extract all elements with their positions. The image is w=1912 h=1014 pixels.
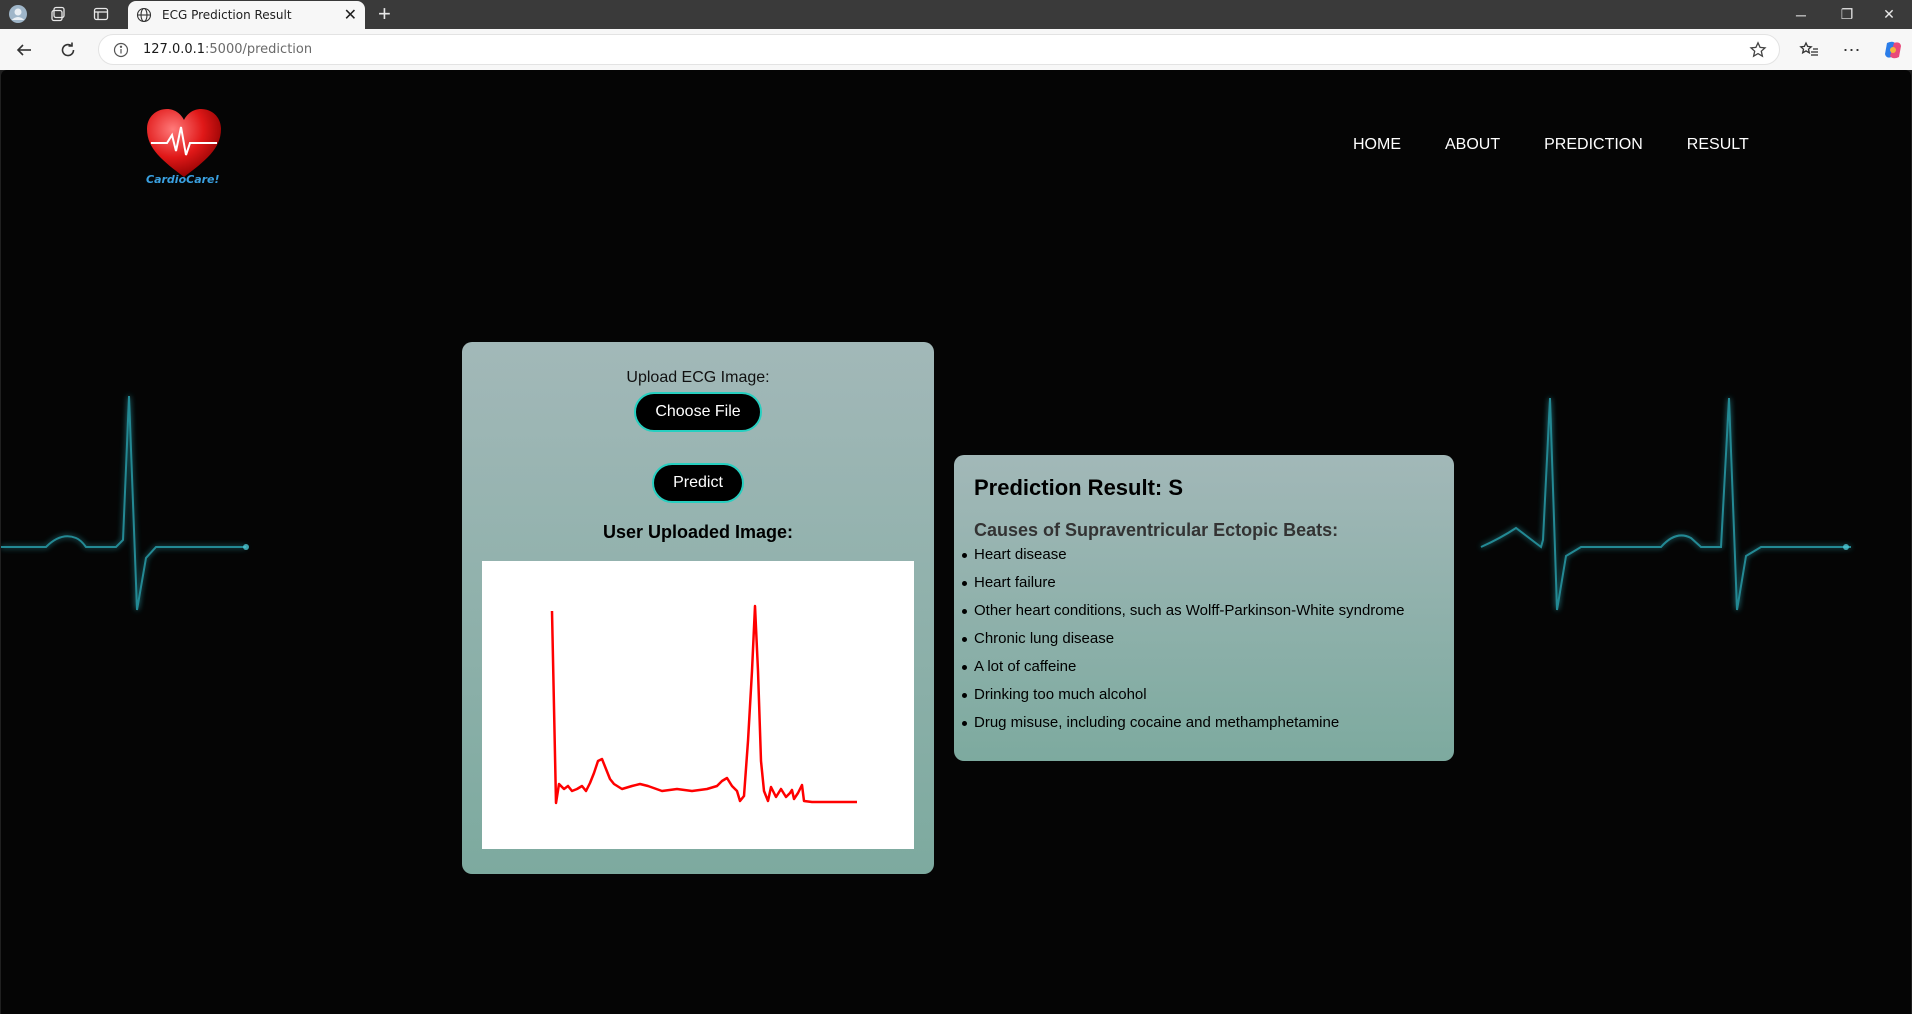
nav-prediction[interactable]: PREDICTION: [1544, 136, 1643, 154]
upload-card: Upload ECG Image: Choose File Predict Us…: [462, 342, 934, 874]
logo-text: CardioCare!: [146, 173, 220, 186]
nav-result[interactable]: RESULT: [1687, 136, 1749, 154]
uploaded-image-title: User Uploaded Image:: [602, 522, 794, 542]
prediction-result-card: Prediction Result: S Causes of Supravent…: [954, 455, 1454, 761]
minimize-icon[interactable]: ─: [1778, 0, 1824, 29]
url-host: 127.0.0.1: [143, 42, 206, 57]
upload-label: Upload ECG Image:: [626, 369, 770, 386]
tab-active[interactable]: ECG Prediction Result ✕: [128, 1, 365, 29]
restore-icon[interactable]: ❐: [1824, 0, 1870, 29]
back-icon[interactable]: [11, 37, 37, 63]
profile-avatar-icon[interactable]: [7, 3, 29, 25]
copilot-icon[interactable]: [1880, 37, 1906, 63]
list-item: Heart disease: [962, 541, 1434, 569]
predict-button[interactable]: Predict: [652, 463, 744, 503]
tab-actions-icon[interactable]: [90, 3, 112, 25]
list-item: Chronic lung disease: [962, 625, 1434, 653]
workspaces-icon[interactable]: [47, 3, 69, 25]
nav-home[interactable]: HOME: [1353, 136, 1401, 154]
list-item: Heart failure: [962, 569, 1434, 597]
causes-list: Heart disease Heart failure Other heart …: [962, 541, 1434, 737]
list-item: A lot of caffeine: [962, 653, 1434, 681]
list-item: Drinking too much alcohol: [962, 681, 1434, 709]
url-path: :5000/prediction: [205, 42, 313, 57]
page-viewport: CardioCare! HOME ABOUT PREDICTION RESULT…: [1, 70, 1911, 1014]
uploaded-ecg-image: [482, 561, 914, 849]
refresh-icon[interactable]: [55, 37, 81, 63]
close-tab-icon[interactable]: ✕: [344, 5, 357, 25]
tab-title: ECG Prediction Result: [162, 8, 292, 22]
prediction-result-title: Prediction Result: S: [974, 475, 1184, 500]
close-window-icon[interactable]: ✕: [1866, 0, 1912, 29]
browser-tab-bar: ECG Prediction Result ✕ + ─ ❐ ✕: [0, 0, 1912, 29]
nav-about[interactable]: ABOUT: [1445, 136, 1500, 154]
main-nav: HOME ABOUT PREDICTION RESULT: [1353, 136, 1749, 154]
site-info-icon[interactable]: [113, 42, 129, 58]
globe-icon: [136, 7, 152, 23]
more-menu-icon[interactable]: ⋯: [1839, 37, 1865, 63]
list-item: Other heart conditions, such as Wolff-Pa…: [962, 597, 1434, 625]
list-item: Drug misuse, including cocaine and metha…: [962, 709, 1434, 737]
new-tab-icon[interactable]: +: [378, 2, 391, 26]
choose-file-button[interactable]: Choose File: [634, 392, 762, 432]
favorite-star-icon[interactable]: [1749, 41, 1767, 59]
address-bar[interactable]: 127.0.0.1:5000/prediction: [98, 34, 1780, 65]
browser-toolbar: 127.0.0.1:5000/prediction ⋯: [0, 29, 1912, 70]
causes-title: Causes of Supraventricular Ectopic Beats…: [974, 520, 1339, 540]
favorites-icon[interactable]: [1796, 37, 1822, 63]
